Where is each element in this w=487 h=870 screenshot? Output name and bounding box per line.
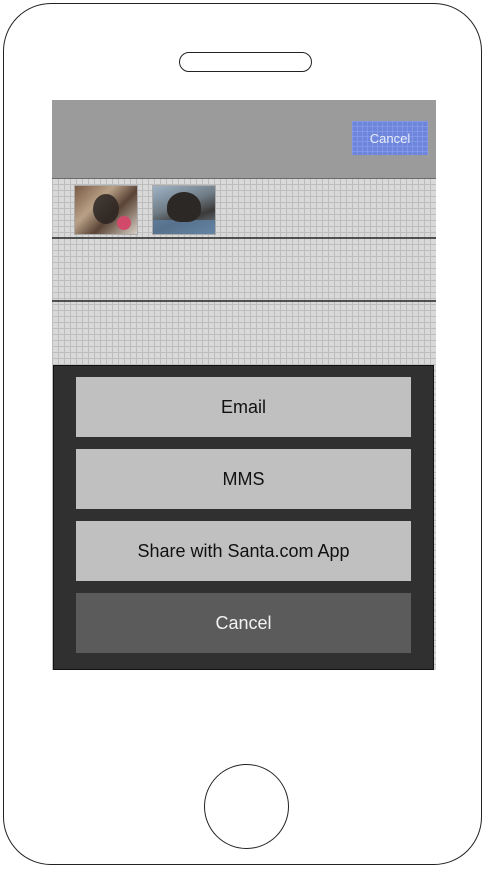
mms-button[interactable]: MMS	[76, 449, 411, 509]
speaker-slot	[179, 52, 312, 72]
email-button[interactable]: Email	[76, 377, 411, 437]
app-screen: Cancel Email MMS Share with Santa.com Ap…	[52, 100, 436, 670]
top-cancel-button[interactable]: Cancel	[352, 121, 428, 155]
sheet-cancel-button[interactable]: Cancel	[76, 593, 411, 653]
photo-detail	[117, 216, 131, 230]
home-button[interactable]	[204, 764, 289, 849]
list-row	[52, 239, 436, 302]
share-action-sheet: Email MMS Share with Santa.com App Cance…	[53, 365, 434, 670]
photo-subject	[93, 194, 119, 224]
photo-subject	[167, 192, 201, 222]
photo-thumbnail-1[interactable]	[74, 185, 138, 235]
share-with-app-button[interactable]: Share with Santa.com App	[76, 521, 411, 581]
top-bar: Cancel	[52, 100, 436, 178]
list-row	[52, 302, 436, 365]
photo-thumbnail-2[interactable]	[152, 185, 216, 235]
photo-background	[153, 220, 215, 234]
photo-row	[52, 178, 436, 239]
